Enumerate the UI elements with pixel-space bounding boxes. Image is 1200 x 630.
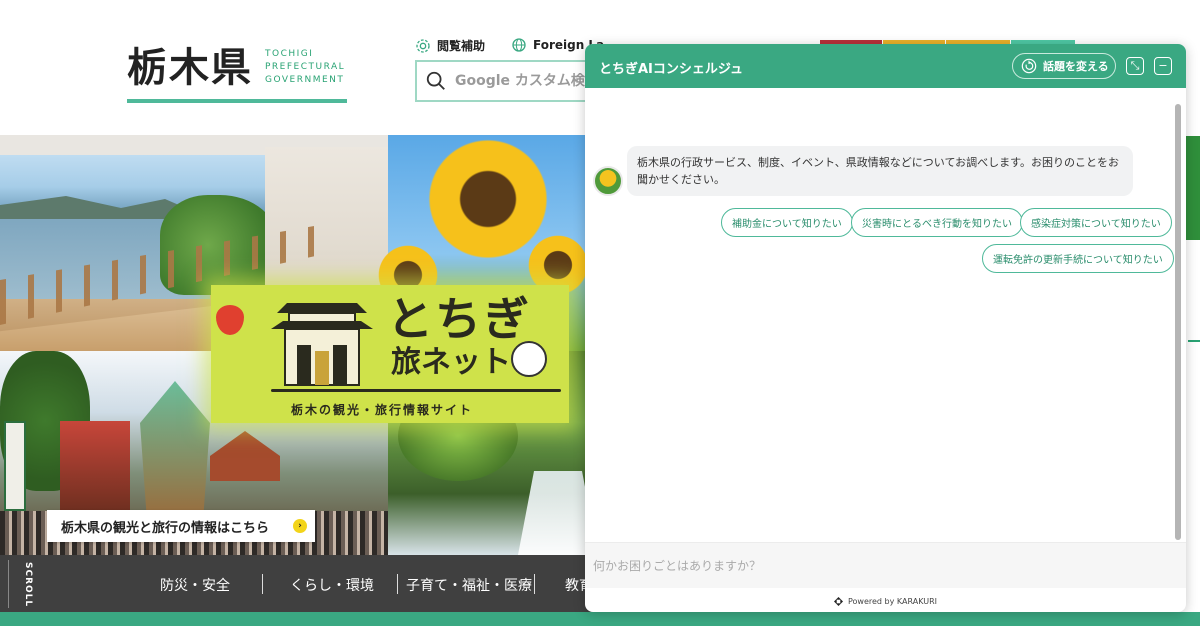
chat-header: とちぎAIコンシェルジュ 話題を変える ⤡ − [585,44,1186,88]
tourism-info-link[interactable]: 栃木県の観光と旅行の情報はこちら › [47,510,315,542]
chat-scrollbar[interactable] [1175,104,1181,540]
arrow-right-icon: › [293,519,307,533]
mascot-icon [511,341,547,377]
banner-subtitle: 旅ネット [391,345,511,380]
collapse-icon[interactable]: ⤡ [1126,57,1144,75]
change-topic-button[interactable]: 話題を変える [1012,53,1116,79]
scroll-label: SCROLL [23,562,33,608]
chat-scrollbar-thumb[interactable] [1175,104,1181,540]
suggestion-chip[interactable]: 運転免許の更新手続について知りたい [982,244,1174,273]
globe-icon [512,38,526,52]
search-icon[interactable] [425,70,447,92]
logo-underline [127,99,347,103]
accessibility-link[interactable]: 閲覧補助 [415,37,485,54]
suggestion-chip[interactable]: 感染症対策について知りたい [1020,208,1172,237]
logo-english-line: TOCHIGI [265,49,314,59]
tourism-info-label: 栃木県の観光と旅行の情報はこちら [61,520,270,536]
chat-messages: 栃木県の行政サービス、制度、イベント、県政情報などについてお調べします。お困りの… [585,88,1186,542]
tochigi-tabinet-banner: とちぎ 旅ネット 栃木の観光・旅行情報サイト [211,285,569,423]
nav-separator [534,574,535,594]
karakuri-icon [834,596,843,606]
logo-kanji: 栃木県 [127,44,253,91]
page: 栃木県 TOCHIGI PREFECTURAL GOVERNMENT 閲覧補助 … [0,0,1200,630]
nav-separator [262,574,263,594]
accessibility-label: 閲覧補助 [437,39,486,53]
minimize-icon[interactable]: − [1154,57,1172,75]
chat-input-area [585,542,1186,588]
nav-item-disaster-safety[interactable]: 防災・安全 [160,575,230,595]
ai-concierge-chat: とちぎAIコンシェルジュ 話題を変える ⤡ − 栃木県の行政サービス、制度、イベ… [585,44,1186,612]
nav-item-life-environment[interactable]: くらし・環境 [290,575,374,595]
side-divider [1188,340,1200,342]
footer-accent-bar [0,612,1200,626]
powered-by-label: Powered by KARAKURI [848,596,937,606]
gear-icon [416,38,430,53]
banner-line [271,389,561,392]
bot-avatar [593,166,623,196]
banner-tagline: 栃木の観光・旅行情報サイト [291,403,474,417]
side-banner[interactable] [1185,136,1200,240]
logo-english-line: GOVERNMENT [265,75,345,85]
bot-message: 栃木県の行政サービス、制度、イベント、県政情報などについてお調べします。お困りの… [627,146,1133,196]
suggestion-chip[interactable]: 補助金について知りたい [721,208,853,237]
logo-english: TOCHIGI PREFECTURAL GOVERNMENT [265,48,345,87]
chat-input[interactable] [593,555,1153,577]
site-logo[interactable]: 栃木県 TOCHIGI PREFECTURAL GOVERNMENT [127,44,345,92]
castle-gate-icon [271,303,373,386]
chat-title: とちぎAIコンシェルジュ [599,62,743,77]
hero-collage[interactable]: とちぎ 旅ネット 栃木の観光・旅行情報サイト [0,135,586,555]
change-topic-label: 話題を変える [1043,60,1109,73]
refresh-icon [1021,58,1037,74]
suggestion-chip[interactable]: 災害時にとるべき行動を知りたい [851,208,1023,237]
banner-title: とちぎ [387,292,531,346]
strawberry-icon [216,305,244,335]
nav-item-childcare-welfare[interactable]: 子育て・福祉・医療 [406,575,532,595]
powered-by[interactable]: Powered by KARAKURI [585,594,1186,608]
scroll-indicator-line [8,560,9,608]
nav-separator [397,574,398,594]
logo-english-line: PREFECTURAL [265,62,346,72]
